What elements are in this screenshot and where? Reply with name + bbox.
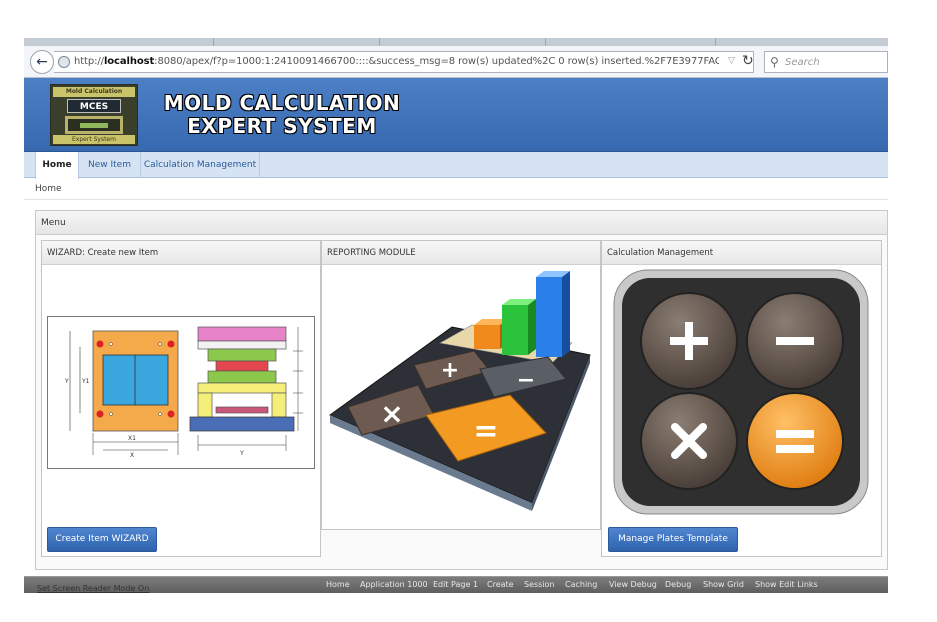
search-placeholder: Search xyxy=(785,57,820,68)
browser-chrome: ← http://localhost:8080/apex/f?p=1000:1:… xyxy=(24,38,888,78)
equals-key-icon: = xyxy=(473,414,498,449)
plus-key-icon: + xyxy=(441,358,459,383)
dev-link-view-debug[interactable]: View Debug xyxy=(609,580,657,589)
browser-tab-strip xyxy=(24,38,888,46)
dim-y-side-label: Y xyxy=(239,450,244,457)
calculator-icon[interactable] xyxy=(612,268,870,516)
browser-tab[interactable] xyxy=(214,38,380,46)
dim-x-label: X xyxy=(130,452,134,459)
browser-tab[interactable] xyxy=(546,38,716,46)
url-text[interactable]: http://localhost:8080/apex/f?p=1000:1:24… xyxy=(74,56,719,67)
dev-link-session[interactable]: Session xyxy=(524,580,555,589)
browser-tab[interactable] xyxy=(24,38,214,46)
dev-link-edit-page[interactable]: Edit Page 1 xyxy=(433,580,478,589)
dim-y1-label: Y1 xyxy=(81,378,90,385)
back-arrow-icon[interactable]: ← xyxy=(30,50,54,74)
app-title: MOLD CALCULATION EXPERT SYSTEM xyxy=(152,92,412,138)
bar-chart-icon xyxy=(474,271,570,357)
create-item-wizard-button[interactable]: Create Item WIZARD xyxy=(47,527,157,552)
wizard-card-title: WIZARD: Create new Item xyxy=(42,241,320,265)
dev-link-debug[interactable]: Debug xyxy=(665,580,691,589)
reporting-card-title: REPORTING MODULE xyxy=(322,241,600,265)
dev-link-home[interactable]: Home xyxy=(326,580,350,589)
dev-link-show-edit-links[interactable]: Show Edit Links xyxy=(755,580,818,589)
app-title-line-1: MOLD CALCULATION xyxy=(163,91,401,115)
mold-press-icon xyxy=(65,116,123,134)
mces-logo[interactable]: Mold Calculation MCES Expert System xyxy=(50,84,138,146)
browser-tab[interactable] xyxy=(380,38,546,46)
equals-button-icon xyxy=(746,392,844,490)
browser-search-input[interactable]: ⚲ Search xyxy=(764,51,888,73)
logo-bottom-text: Expert System xyxy=(53,135,135,144)
dev-link-create[interactable]: Create xyxy=(487,580,514,589)
dev-link-show-grid[interactable]: Show Grid xyxy=(703,580,744,589)
search-icon: ⚲ xyxy=(770,55,779,69)
multiply-key-icon: × xyxy=(380,397,403,430)
developer-toolbar: Home Application 1000 Edit Page 1 Create… xyxy=(24,576,888,593)
logo-name: MCES xyxy=(67,99,121,113)
mold-technical-drawing: X1 X Y Y1 Y xyxy=(64,326,303,459)
globe-icon xyxy=(58,56,70,68)
calculation-card-title: Calculation Management xyxy=(602,241,881,265)
screen-reader-mode-link[interactable]: Set Screen Reader Mode On xyxy=(37,584,149,593)
tab-home[interactable]: Home xyxy=(35,152,79,179)
tab-calculation-management[interactable]: Calculation Management xyxy=(141,152,260,178)
dropdown-arrow-icon[interactable]: ▽ xyxy=(728,56,735,66)
reload-icon[interactable]: ↻ xyxy=(742,53,754,69)
app-header: Mold Calculation MCES Expert System MOLD… xyxy=(24,78,888,152)
mold-drawing-image: X1 X Y Y1 Y xyxy=(47,316,315,469)
minus-key-icon: − xyxy=(517,368,535,393)
browser-navbar: ← http://localhost:8080/apex/f?p=1000:1:… xyxy=(24,46,888,78)
breadcrumb[interactable]: Home xyxy=(35,184,62,194)
address-bar[interactable]: http://localhost:8080/apex/f?p=1000:1:24… xyxy=(54,51,754,73)
dev-link-application[interactable]: Application 1000 xyxy=(360,580,428,589)
calculator-chart-icon[interactable]: + − × = xyxy=(322,265,600,529)
app-title-line-2: EXPERT SYSTEM xyxy=(187,114,377,138)
divider xyxy=(24,199,888,200)
dev-link-caching[interactable]: Caching xyxy=(565,580,597,589)
main-nav-tabs: Home New Item Calculation Management xyxy=(24,152,888,179)
menu-region-title: Menu xyxy=(36,211,887,235)
dim-y-label: Y xyxy=(64,378,69,385)
logo-top-text: Mold Calculation xyxy=(53,87,135,97)
dim-x1-label: X1 xyxy=(128,435,136,442)
manage-plates-template-button[interactable]: Manage Plates Template xyxy=(608,527,738,552)
tab-new-item[interactable]: New Item xyxy=(79,152,141,178)
